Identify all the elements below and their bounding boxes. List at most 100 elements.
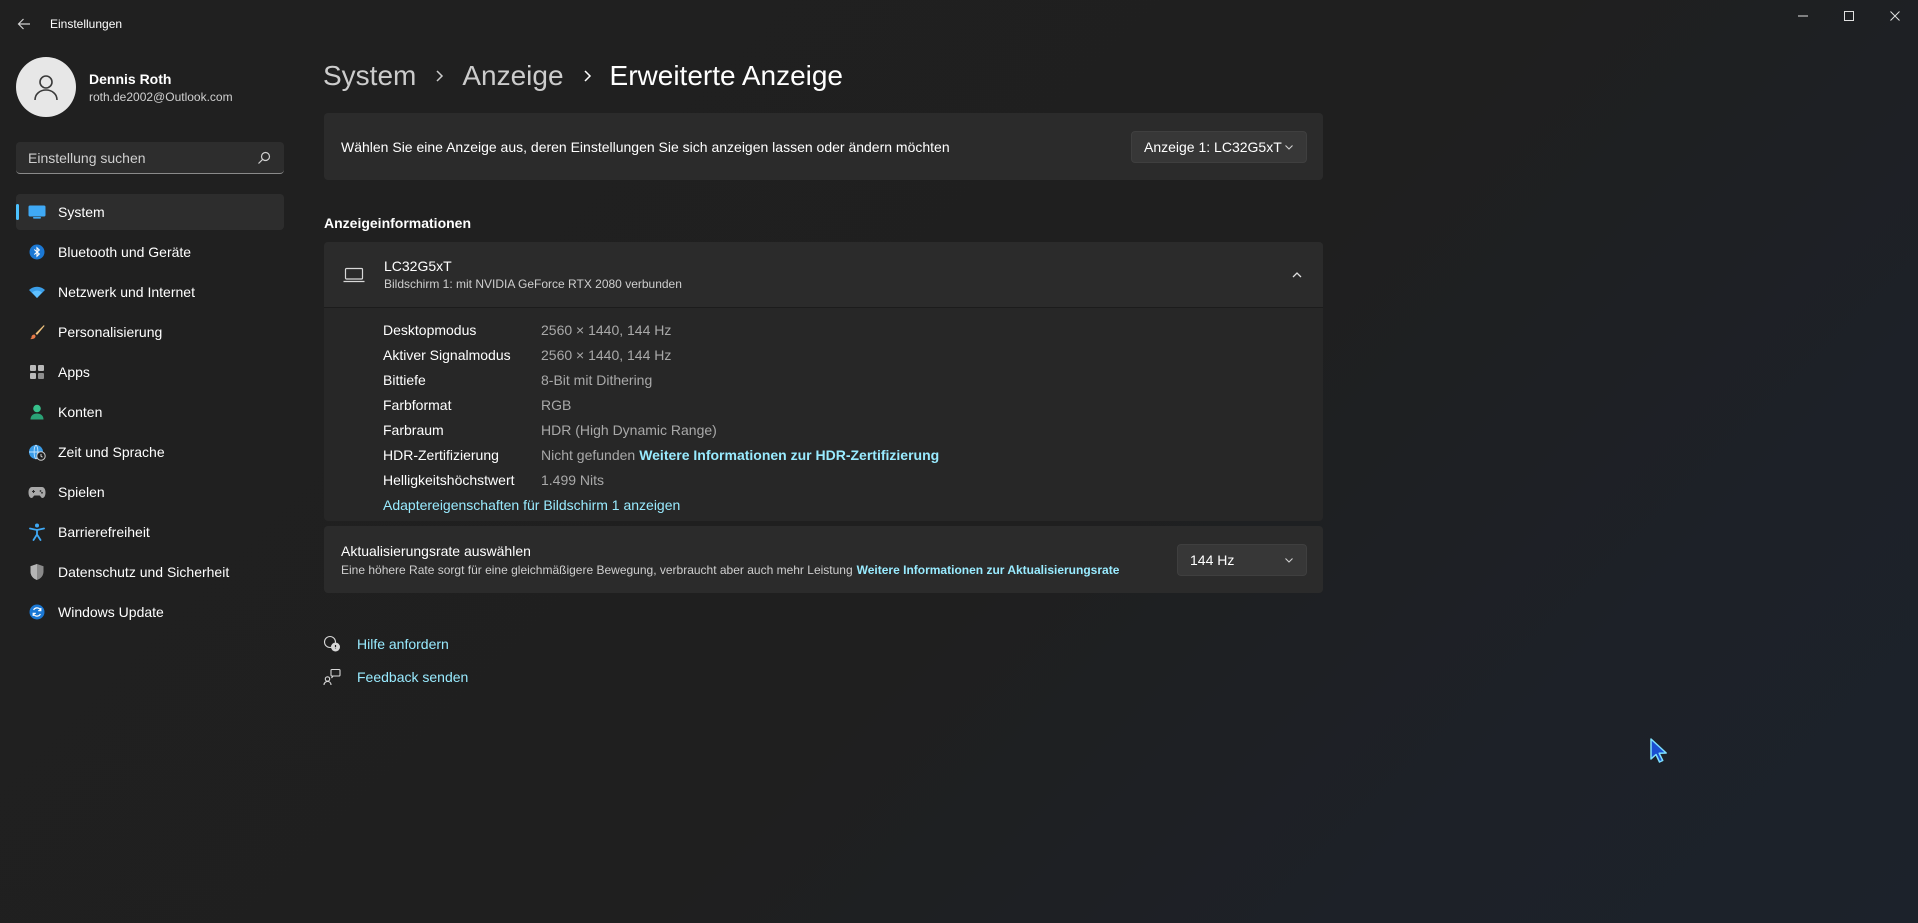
shield-icon <box>28 563 46 581</box>
sidebar-item-bluetooth[interactable]: Bluetooth und Geräte <box>16 234 284 270</box>
update-icon <box>28 603 46 621</box>
display-dropdown[interactable]: Anzeige 1: LC32G5xT <box>1131 130 1307 163</box>
sidebar-item-privacy[interactable]: Datenschutz und Sicherheit <box>16 554 284 590</box>
display-dropdown-value: Anzeige 1: LC32G5xT <box>1144 138 1282 155</box>
sidebar-item-label: Apps <box>58 364 90 380</box>
info-key: Farbformat <box>383 396 452 413</box>
sidebar-item-system[interactable]: System <box>16 194 284 230</box>
back-button[interactable] <box>10 12 38 36</box>
sidebar-item-gaming[interactable]: Spielen <box>16 474 284 510</box>
bluetooth-icon <box>28 243 46 261</box>
breadcrumb: System Anzeige Erweiterte Anzeige <box>323 56 843 96</box>
refresh-rate-card: Aktualisierungsrate auswählen Eine höher… <box>324 526 1323 593</box>
accessibility-icon <box>28 523 46 541</box>
laptop-icon <box>342 263 366 287</box>
sidebar-item-label: Konten <box>58 404 103 420</box>
help-chat-icon <box>323 635 341 653</box>
info-value: 2560 × 1440, 144 Hz <box>541 346 672 363</box>
sidebar-item-label: Windows Update <box>58 604 164 620</box>
chevron-right-icon <box>434 69 444 83</box>
close-button[interactable] <box>1872 0 1918 32</box>
apps-icon <box>28 363 46 381</box>
display-info-card: LC32G5xT Bildschirm 1: mit NVIDIA GeForc… <box>324 242 1323 521</box>
page-title: Erweiterte Anzeige <box>609 60 844 91</box>
info-value: Nicht gefunden <box>541 446 636 463</box>
display-info-rows: Desktopmodus 2560 × 1440, 144 Hz Aktiver… <box>324 308 1323 517</box>
info-row-color-space: Farbraum HDR (High Dynamic Range) <box>383 417 1323 442</box>
display-info-section-title: Anzeigeinformationen <box>324 215 472 231</box>
sidebar-item-accessibility[interactable]: Barrierefreiheit <box>16 514 284 550</box>
search-box[interactable] <box>16 142 284 174</box>
monitor-name: LC32G5xT <box>384 258 452 274</box>
refresh-rate-dropdown[interactable]: 144 Hz <box>1177 543 1307 576</box>
info-row-active-signal-mode: Aktiver Signalmodus 2560 × 1440, 144 Hz <box>383 342 1323 367</box>
sidebar-item-label: Datenschutz und Sicherheit <box>58 564 230 580</box>
person-avatar-icon <box>34 75 58 101</box>
sidebar-item-label: Netzwerk und Internet <box>58 284 195 300</box>
feedback-icon <box>323 668 341 686</box>
minimize-icon <box>1798 15 1808 17</box>
profile-email: roth.de2002@Outlook.com <box>89 89 233 104</box>
info-value: 1.499 Nits <box>541 471 605 488</box>
avatar <box>16 57 76 117</box>
sidebar-item-label: Barrierefreiheit <box>58 524 150 540</box>
sidebar-item-accounts[interactable]: Konten <box>16 394 284 430</box>
get-help-item[interactable]: Hilfe anfordern <box>323 627 468 660</box>
maximize-icon <box>1844 11 1854 21</box>
sidebar-item-network[interactable]: Netzwerk und Internet <box>16 274 284 310</box>
brush-icon <box>28 323 46 341</box>
info-key: Desktopmodus <box>383 321 477 338</box>
hdr-certification-link[interactable]: Weitere Informationen zur HDR-Zertifizie… <box>639 447 939 463</box>
info-key: Bittiefe <box>383 371 426 388</box>
breadcrumb-display[interactable]: Anzeige <box>462 60 563 92</box>
sidebar-item-time-language[interactable]: Zeit und Sprache <box>16 434 284 470</box>
refresh-rate-value: 144 Hz <box>1190 551 1235 568</box>
display-info-header[interactable]: LC32G5xT Bildschirm 1: mit NVIDIA GeForc… <box>324 242 1323 308</box>
info-key: Farbraum <box>383 421 444 438</box>
search-icon[interactable] <box>256 150 272 166</box>
send-feedback-link[interactable]: Feedback senden <box>357 669 468 685</box>
info-value: 2560 × 1440, 144 Hz <box>541 321 672 338</box>
info-value: 8-Bit mit Dithering <box>541 371 653 388</box>
sidebar-item-label: Zeit und Sprache <box>58 444 165 460</box>
feedback-item[interactable]: Feedback senden <box>323 660 468 693</box>
wifi-icon <box>28 283 46 301</box>
chevron-down-icon <box>1285 557 1293 563</box>
search-input[interactable] <box>28 149 256 166</box>
info-key: Aktiver Signalmodus <box>383 346 511 363</box>
sidebar-item-label: System <box>58 204 105 220</box>
monitor-connection: Bildschirm 1: mit NVIDIA GeForce RTX 208… <box>384 277 682 291</box>
sidebar-item-label: Bluetooth und Geräte <box>58 244 192 260</box>
info-row-desktop-mode: Desktopmodus 2560 × 1440, 144 Hz <box>383 317 1323 342</box>
app-title: Einstellungen <box>50 17 123 31</box>
sidebar-item-personalization[interactable]: Personalisierung <box>16 314 284 350</box>
refresh-rate-title: Aktualisierungsrate auswählen <box>341 542 531 559</box>
user-profile[interactable]: Dennis Roth roth.de2002@Outlook.com <box>16 57 233 117</box>
info-row-bit-depth: Bittiefe 8-Bit mit Dithering <box>383 367 1323 392</box>
info-row-color-format: Farbformat RGB <box>383 392 1323 417</box>
adapter-properties-link[interactable]: Adaptereigenschaften für Bildschirm 1 an… <box>383 497 680 513</box>
minimize-button[interactable] <box>1780 0 1826 32</box>
get-help-link[interactable]: Hilfe anfordern <box>357 636 449 652</box>
mouse-cursor-icon <box>1650 738 1667 763</box>
refresh-rate-description: Eine höhere Rate sorgt für eine gleichmä… <box>341 562 853 577</box>
sidebar-item-apps[interactable]: Apps <box>16 354 284 390</box>
gamepad-icon <box>28 483 46 501</box>
sidebar-item-windows-update[interactable]: Windows Update <box>16 594 284 630</box>
sidebar-item-label: Spielen <box>58 484 105 500</box>
close-icon <box>1890 11 1900 21</box>
sidebar-nav: System Bluetooth und Geräte Netzwerk und… <box>16 194 284 634</box>
info-key: Helligkeitshöchstwert <box>383 471 515 488</box>
globe-clock-icon <box>28 443 46 461</box>
person-icon <box>28 403 46 421</box>
info-value: HDR (High Dynamic Range) <box>541 421 717 438</box>
refresh-rate-info-link[interactable]: Weitere Informationen zur Aktualisierung… <box>857 563 1120 577</box>
maximize-button[interactable] <box>1826 0 1872 32</box>
info-value: RGB <box>541 396 572 413</box>
sidebar-item-label: Personalisierung <box>58 324 163 340</box>
display-select-text: Wählen Sie eine Anzeige aus, deren Einst… <box>341 138 950 155</box>
info-row-hdr-certification: HDR-Zertifizierung Nicht gefunden Weiter… <box>383 442 1323 467</box>
chevron-up-icon[interactable] <box>1285 263 1309 287</box>
breadcrumb-system[interactable]: System <box>323 60 416 92</box>
info-key: HDR-Zertifizierung <box>383 446 499 463</box>
